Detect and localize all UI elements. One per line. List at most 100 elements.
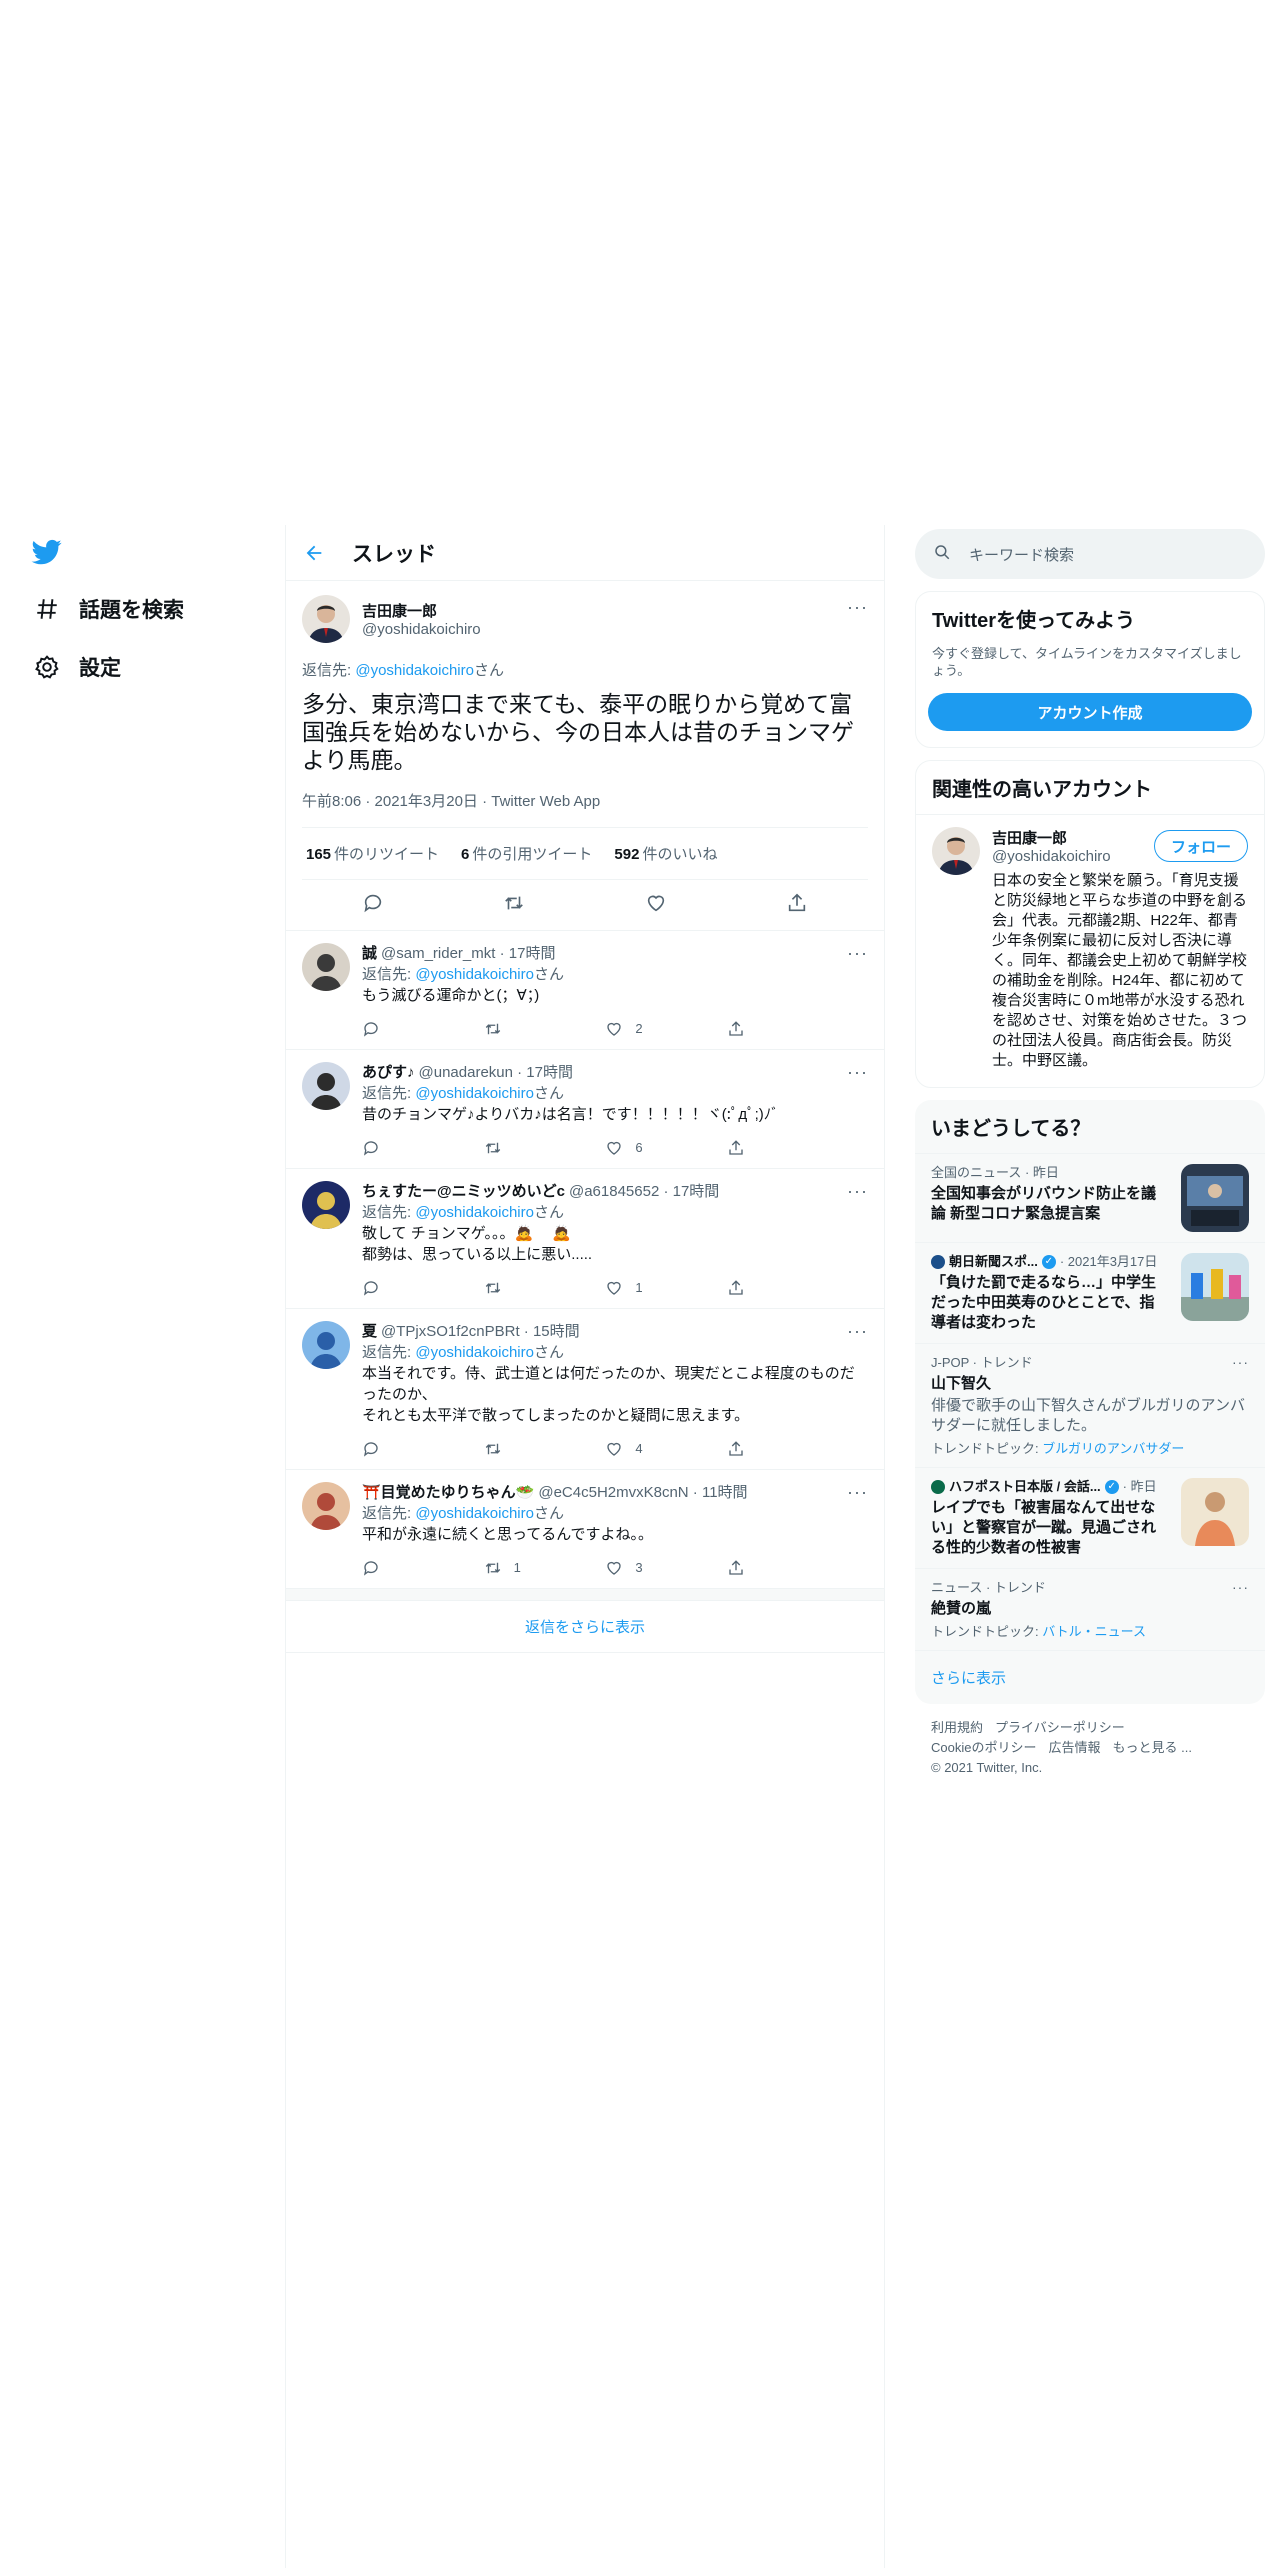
create-account-button[interactable]: アカウント作成 (928, 693, 1252, 731)
reply-author-handle[interactable]: @unadarekun · 17時間 (419, 1062, 573, 1083)
avatar[interactable] (302, 595, 350, 643)
verified-badge-icon: ✓ (1104, 1480, 1119, 1494)
reply-text: 昔のチョンマゲ♪よりバカ♪は名言！です！！！！！ヾ(:ﾟдﾟ;)ﾉﾞ (362, 1106, 779, 1123)
like-button[interactable]: 1 (605, 1277, 665, 1298)
author-name[interactable]: 吉田康一郎 (362, 600, 481, 621)
footer-privacy[interactable]: プライバシーポリシー (995, 1720, 1125, 1735)
like-button[interactable]: 3 (605, 1557, 665, 1578)
reply-tweet[interactable]: ⛩️目覚めたゆりちゃん🥗 @eC4c5H2mvxK8cnN · 11時間 返信先: … (286, 1470, 884, 1589)
more-options-icon[interactable]: ··· (847, 1181, 868, 1202)
footer-more[interactable]: もっと見る ... (1112, 1740, 1191, 1755)
retweet-button[interactable] (484, 1018, 544, 1039)
reply-button[interactable] (362, 1557, 422, 1578)
avatar[interactable] (302, 1181, 350, 1229)
related-name[interactable]: 吉田康一郎 (992, 827, 1111, 848)
reply-to-line: 返信先: @yoshidakoichiroさん (362, 1085, 564, 1102)
reply-author-name[interactable]: ⛩️目覚めたゆりちゃん🥗 (362, 1482, 534, 1503)
avatar[interactable] (932, 827, 980, 875)
quote-stat[interactable]: 6 件の引用ツイート (461, 843, 592, 864)
reply-to-line: 返信先: @yoshidakoichiroさん (362, 1204, 564, 1221)
like-count: 1 (635, 1280, 643, 1295)
trend-item[interactable]: 朝日新聞スポ... ✓ · 2021年3月17日 「負けた罰で走るなら…」中学生だっ… (915, 1242, 1265, 1343)
related-account[interactable]: 吉田康一郎 @yoshidakoichiro フォロー 日本の安全と繁栄を願う。… (916, 815, 1264, 1087)
retweet-stat[interactable]: 165 件のリツイート (306, 843, 439, 864)
trend-thumbnail (1181, 1478, 1249, 1546)
trend-item[interactable]: ハフポスト日本版 / 会話... ✓ · 昨日 レイプでも「被害届なんて出せない」と… (915, 1467, 1265, 1568)
trend-item[interactable]: ニュース · トレンド 絶賛の嵐 トレンドトピック: バトル・ニュース ··· (915, 1568, 1265, 1650)
reply-to-link[interactable]: @yoshidakoichiro (355, 662, 474, 679)
show-more-replies-button[interactable]: 返信をさらに表示 (286, 1601, 884, 1653)
reply-to-link[interactable]: @yoshidakoichiro (415, 1344, 534, 1361)
retweet-button[interactable]: 1 (484, 1557, 544, 1578)
more-options-icon[interactable]: ··· (847, 597, 868, 618)
author-handle[interactable]: @yoshidakoichiro (362, 621, 481, 638)
reply-author-name[interactable]: ちぇすたー@ニミッツめいどc (362, 1181, 565, 1202)
share-icon[interactable] (786, 892, 808, 919)
retweet-button[interactable] (484, 1137, 544, 1158)
like-icon[interactable] (645, 892, 667, 919)
share-button[interactable] (727, 1137, 787, 1158)
reply-to-link[interactable]: @yoshidakoichiro (415, 966, 534, 983)
trend-title: レイプでも「被害届なんて出せない」と警察官が一蹴。見過ごされる性的少数者の性被害 (931, 1499, 1157, 1556)
reply-author-handle[interactable]: @eC4c5H2mvxK8cnN · 11時間 (538, 1482, 747, 1503)
more-options-icon[interactable]: ··· (847, 943, 868, 964)
share-button[interactable] (727, 1557, 787, 1578)
nav-explore[interactable]: 話題を検索 (33, 589, 184, 629)
reply-tweet[interactable]: あぴす♪ @unadarekun · 17時間返信先: @yoshidakoich… (286, 1050, 884, 1169)
search-icon (933, 543, 951, 565)
reply-author-name[interactable]: あぴす♪ (362, 1062, 415, 1083)
reply-author-handle[interactable]: @sam_rider_mkt · 17時間 (381, 943, 555, 964)
reply-to-link[interactable]: @yoshidakoichiro (415, 1204, 534, 1221)
twitter-logo-icon[interactable] (30, 537, 64, 567)
reply-tweet[interactable]: 夏 @TPjxSO1f2cnPBRt · 15時間 返信先: @yoshidakoi… (286, 1309, 884, 1470)
retweet-icon (485, 1443, 500, 1454)
trends-show-more[interactable]: さらに表示 (915, 1650, 1265, 1704)
reply-author-name[interactable]: 誠 (362, 943, 377, 964)
search-input[interactable]: キーワード検索 (915, 529, 1265, 579)
reply-button[interactable] (362, 1277, 422, 1298)
more-options-icon[interactable]: ··· (1232, 1579, 1249, 1595)
search-placeholder: キーワード検索 (969, 546, 1075, 564)
reply-icon[interactable] (362, 892, 384, 919)
reply-button[interactable] (362, 1137, 422, 1158)
footer-ads[interactable]: 広告情報 (1048, 1740, 1100, 1755)
trend-item[interactable]: 全国のニュース · 昨日 全国知事会がリバウンド防止を議論 新型コロナ緊急提言案 (915, 1153, 1265, 1242)
like-button[interactable]: 2 (605, 1018, 665, 1039)
more-options-icon[interactable]: ··· (847, 1062, 868, 1083)
retweet-button[interactable] (484, 1438, 544, 1459)
tweet-timestamp[interactable]: 午前8:06 · 2021年3月20日 · Twitter Web App (302, 790, 868, 828)
avatar[interactable] (302, 1482, 350, 1530)
reply-tweet[interactable]: 誠 @sam_rider_mkt · 17時間 返信先: @yoshidakoich… (286, 931, 884, 1050)
share-button[interactable] (727, 1438, 787, 1459)
reply-author-name[interactable]: 夏 (362, 1321, 377, 1342)
related-handle[interactable]: @yoshidakoichiro (992, 848, 1111, 865)
like-stat[interactable]: 592 件のいいね (614, 843, 717, 864)
avatar[interactable] (302, 943, 350, 991)
like-count: 4 (635, 1441, 643, 1456)
reply-to-link[interactable]: @yoshidakoichiro (415, 1505, 534, 1522)
more-options-icon[interactable]: ··· (847, 1321, 868, 1342)
like-button[interactable]: 6 (605, 1137, 665, 1158)
reply-button[interactable] (362, 1018, 422, 1039)
share-button[interactable] (727, 1277, 787, 1298)
back-button[interactable] (286, 542, 342, 564)
reply-to-link[interactable]: @yoshidakoichiro (415, 1085, 534, 1102)
like-icon (607, 1561, 621, 1575)
more-options-icon[interactable]: ··· (847, 1482, 868, 1503)
retweet-button[interactable] (484, 1277, 544, 1298)
reply-author-handle[interactable]: @TPjxSO1f2cnPBRt · 15時間 (381, 1321, 580, 1342)
footer-cookie[interactable]: Cookieのポリシー (931, 1740, 1036, 1755)
follow-button[interactable]: フォロー (1153, 830, 1248, 862)
nav-settings[interactable]: 設定 (33, 647, 121, 687)
avatar[interactable] (302, 1062, 350, 1110)
like-button[interactable]: 4 (605, 1438, 665, 1459)
reply-author-handle[interactable]: @a61845652 · 17時間 (569, 1181, 719, 1202)
trend-item[interactable]: J-POP · トレンド 山下智久 俳優で歌手の山下智久さんがブルガリのアンバサ… (915, 1343, 1265, 1467)
share-button[interactable] (727, 1018, 787, 1039)
reply-tweet[interactable]: ちぇすたー@ニミッツめいどc @a61845652 · 17時間 返信先: @yos… (286, 1169, 884, 1309)
footer-terms[interactable]: 利用規約 (931, 1720, 983, 1735)
reply-button[interactable] (362, 1438, 422, 1459)
retweet-icon[interactable] (503, 892, 525, 919)
avatar[interactable] (302, 1321, 350, 1369)
more-options-icon[interactable]: ··· (1232, 1354, 1249, 1370)
